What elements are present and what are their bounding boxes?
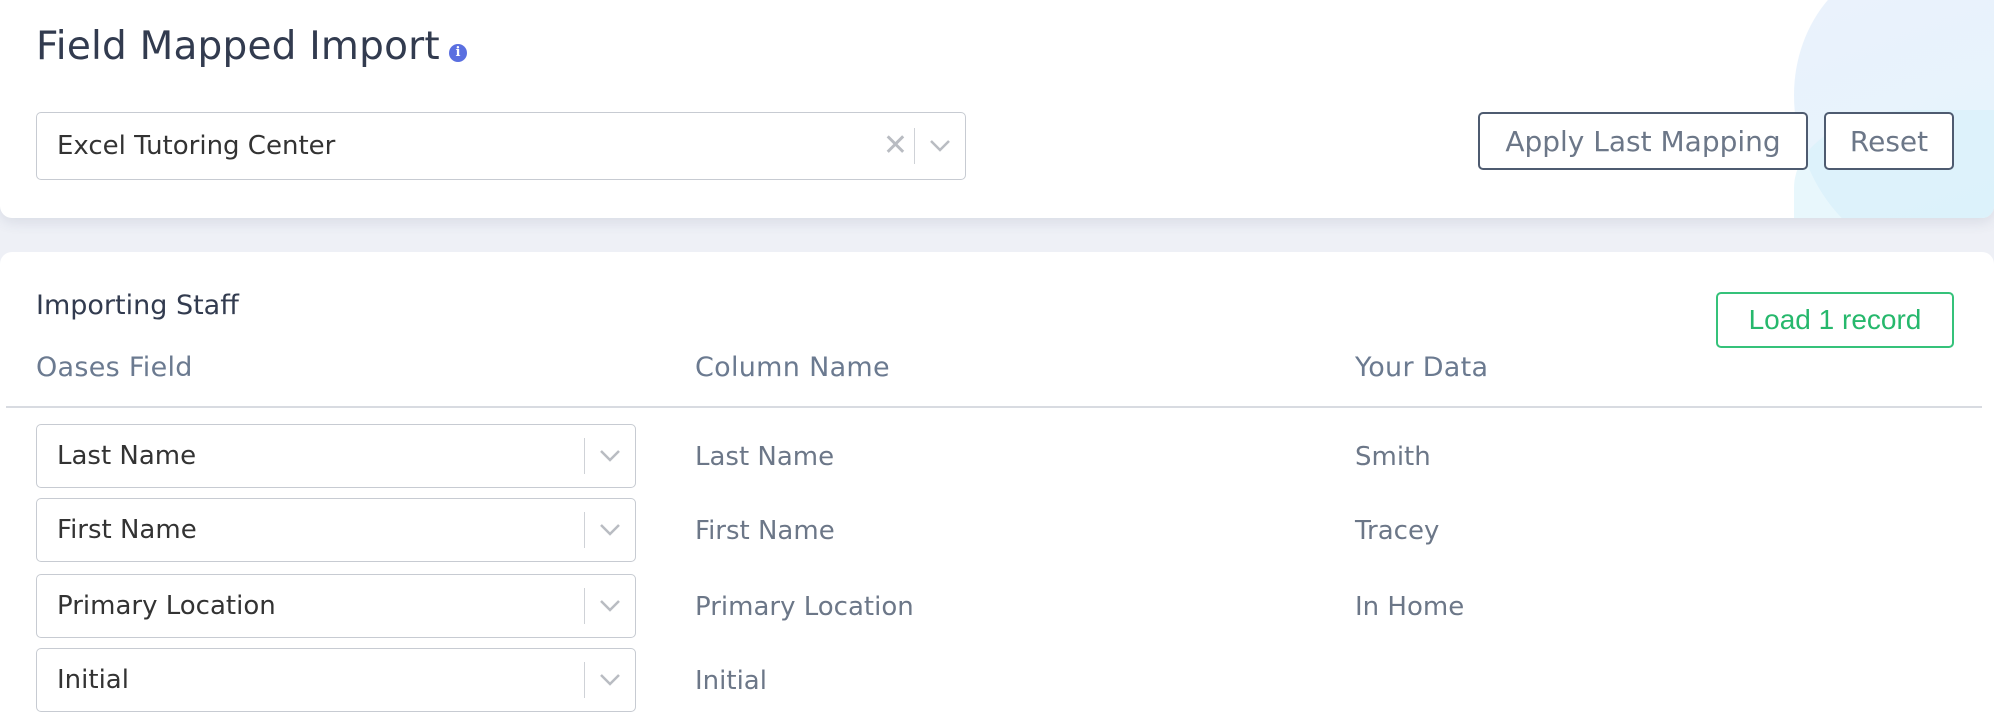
oases-field-select-value: First Name xyxy=(57,515,197,545)
oases-field-select-value: Primary Location xyxy=(57,591,276,621)
your-data-cell: Tracey xyxy=(1355,516,1440,546)
header-card: Field Mapped Import i Excel Tutoring Cen… xyxy=(0,0,1994,218)
column-header-your-data: Your Data xyxy=(1355,352,1489,383)
clear-icon[interactable]: ✕ xyxy=(878,131,914,161)
company-select-value: Excel Tutoring Center xyxy=(57,131,336,161)
oases-field-select-value: Initial xyxy=(57,665,129,695)
reset-button[interactable]: Reset xyxy=(1824,112,1954,170)
column-header-column-name: Column Name xyxy=(695,352,890,383)
chevron-down-icon[interactable] xyxy=(585,599,635,613)
column-name-cell: Last Name xyxy=(695,442,835,472)
chevron-down-icon[interactable] xyxy=(585,673,635,687)
oases-field-select[interactable]: First Name xyxy=(36,498,636,562)
chevron-down-icon[interactable] xyxy=(585,449,635,463)
column-name-cell: First Name xyxy=(695,516,835,546)
chevron-down-icon[interactable] xyxy=(585,523,635,537)
section-title: Importing Staff xyxy=(36,290,239,321)
oases-field-select[interactable]: Last Name xyxy=(36,424,636,488)
company-select[interactable]: Excel Tutoring Center ✕ xyxy=(36,112,966,180)
your-data-cell: In Home xyxy=(1355,592,1465,622)
page-title: Field Mapped Import xyxy=(36,24,440,69)
info-icon[interactable]: i xyxy=(449,44,467,62)
oases-field-select[interactable]: Primary Location xyxy=(36,574,636,638)
column-name-cell: Initial xyxy=(695,666,767,696)
chevron-down-icon[interactable] xyxy=(915,139,965,153)
load-records-button[interactable]: Load 1 record xyxy=(1716,292,1954,348)
header-divider xyxy=(6,406,1982,408)
column-header-oases-field: Oases Field xyxy=(36,352,193,383)
your-data-cell: Smith xyxy=(1355,442,1431,472)
apply-last-mapping-button[interactable]: Apply Last Mapping xyxy=(1478,112,1808,170)
oases-field-select-value: Last Name xyxy=(57,441,197,471)
import-card: Importing Staff Load 1 record Oases Fiel… xyxy=(0,252,1994,724)
column-name-cell: Primary Location xyxy=(695,592,914,622)
oases-field-select[interactable]: Initial xyxy=(36,648,636,712)
